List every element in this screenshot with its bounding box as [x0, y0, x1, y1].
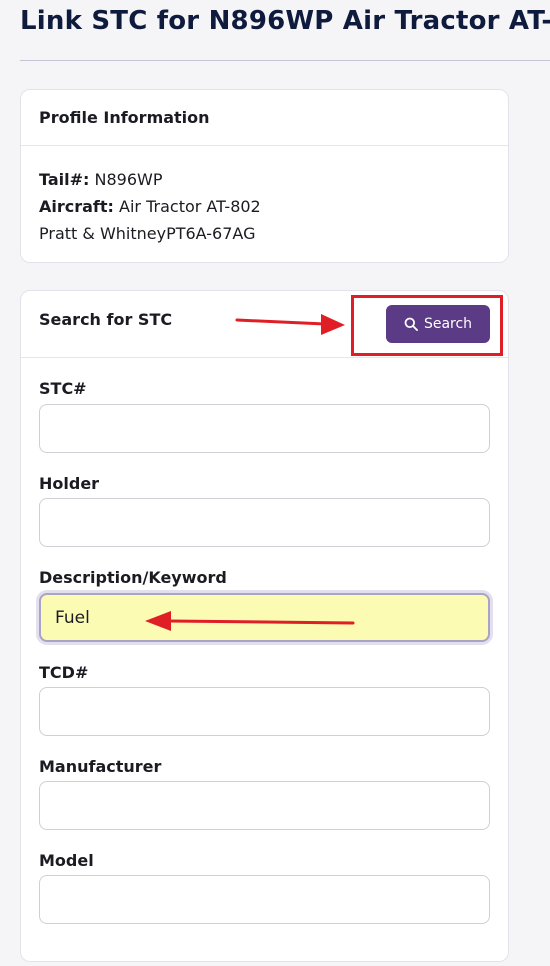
aircraft-value: Air Tractor AT-802 [119, 197, 261, 216]
search-card-title: Search for STC [39, 310, 173, 329]
engine-value: Pratt & WhitneyPT6A-67AG [39, 224, 256, 243]
model-label: Model [39, 851, 94, 870]
search-card: Search for STC Search STC# Holder Descri… [20, 290, 509, 962]
search-button[interactable]: Search [386, 305, 490, 343]
profile-card-header: Profile Information [21, 90, 508, 146]
profile-card-title: Profile Information [39, 108, 210, 127]
search-card-header: Search for STC Search [21, 291, 508, 358]
holder-input[interactable] [39, 498, 490, 547]
tcd-number-label: TCD# [39, 663, 89, 682]
profile-body: Tail#: N896WP Aircraft: Air Tractor AT-8… [21, 146, 508, 247]
tcd-number-input[interactable] [39, 687, 490, 736]
description-keyword-label: Description/Keyword [39, 568, 227, 587]
holder-label: Holder [39, 474, 100, 493]
search-button-label: Search [423, 316, 473, 332]
model-input[interactable] [39, 875, 490, 924]
tail-row: Tail#: N896WP [39, 166, 490, 193]
title-divider [20, 60, 550, 61]
profile-card: Profile Information Tail#: N896WP Aircra… [20, 89, 509, 263]
search-icon [404, 317, 418, 331]
stc-number-input[interactable] [39, 404, 490, 453]
page-title: Link STC for N896WP Air Tractor AT-802 [20, 6, 550, 36]
tail-value: N896WP [94, 170, 163, 189]
stc-number-label: STC# [39, 379, 87, 398]
tail-label: Tail#: [39, 170, 90, 189]
aircraft-row: Aircraft: Air Tractor AT-802 [39, 193, 490, 220]
aircraft-label: Aircraft: [39, 197, 114, 216]
annotation-arrow-left [145, 611, 355, 631]
manufacturer-input[interactable] [39, 781, 490, 830]
page: Link STC for N896WP Air Tractor AT-802 P… [0, 0, 550, 966]
annotation-arrow-right [235, 314, 345, 335]
manufacturer-label: Manufacturer [39, 757, 162, 776]
